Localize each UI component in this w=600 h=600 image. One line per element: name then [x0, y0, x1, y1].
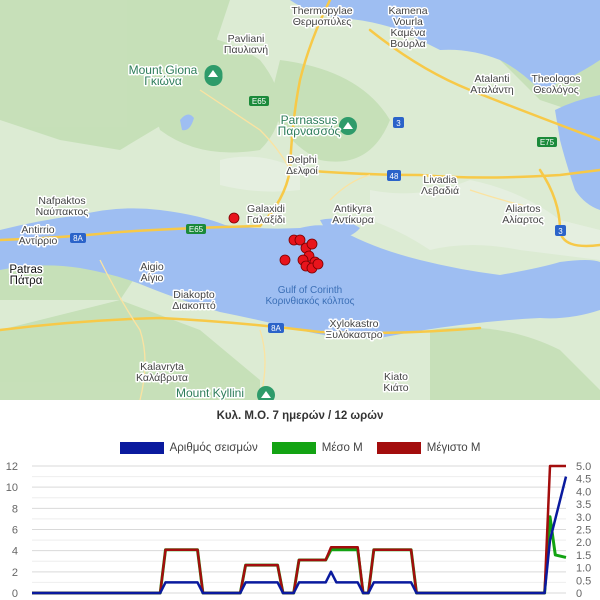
y-left-tick-label: 10 — [6, 482, 18, 494]
place-label-delphi[interactable]: Delphi Δελφοί — [285, 153, 320, 179]
y-right-tick-label: 3.0 — [576, 512, 591, 524]
series-line-0 — [32, 476, 568, 595]
mountain-pin-icon — [204, 65, 223, 86]
road-shield-label: E65 — [252, 97, 267, 106]
place-label-kamena[interactable]: Kamena Vourla Καμένα Βούρλα — [387, 4, 429, 52]
place-label-theologos[interactable]: Theologos Θεολόγος — [530, 72, 582, 98]
road-shield-e65b: E65 — [186, 224, 206, 234]
road-shield-8a: 8A — [70, 233, 86, 243]
y-right-tick-label: 2.5 — [576, 525, 591, 537]
place-label-gulf[interactable]: Gulf of Corinth Κορινθιακός κόλπος — [265, 285, 354, 307]
y-right-tick-label: 4.0 — [576, 486, 591, 498]
road-shield-3: 3 — [393, 117, 404, 128]
place-label-galaxidi[interactable]: Galaxidi Γαλαξίδι — [245, 202, 287, 228]
y-left-tick-label: 6 — [12, 525, 18, 537]
place-label-antikyra[interactable]: Antikyra Αντίκυρα — [331, 202, 376, 228]
map-view[interactable]: E65 3 E75 48 E65 8A 3 8A Thermopylae Θερμ… — [0, 0, 600, 400]
y-right-tick-label: 1.5 — [576, 550, 591, 562]
y-left-tick-label: 8 — [12, 503, 18, 515]
y-right-tick-label: 3.5 — [576, 499, 591, 511]
svg-text:48: 48 — [390, 172, 399, 181]
chart-plot: 02468101200.51.01.52.02.53.03.54.04.55.0 — [6, 461, 592, 600]
y-right-tick-label: 1.0 — [576, 563, 591, 575]
place-label-thermopylae[interactable]: Thermopylae Θερμοπύλες — [290, 4, 354, 30]
earthquake-marker[interactable] — [279, 254, 291, 266]
place-label-nafpaktos[interactable]: Nafpaktos Ναύπακτος — [34, 194, 90, 220]
y-left-tick-label: 4 — [12, 546, 18, 558]
svg-text:E65: E65 — [189, 225, 204, 234]
place-label-livadia[interactable]: Livadia Λεβαδιά — [419, 173, 460, 199]
place-label-patras[interactable]: Patras Πάτρα — [8, 263, 44, 289]
earthquake-marker[interactable] — [228, 212, 240, 224]
mountain-pin-icon — [339, 117, 357, 135]
earthquake-marker[interactable] — [306, 238, 318, 250]
y-right-tick-label: 0.5 — [576, 575, 591, 587]
y-right-tick-label: 0 — [576, 588, 582, 600]
chart-panel: Κυλ. Μ.Ο. 7 ημερών / 12 ωρών Αριθμός σει… — [0, 400, 600, 600]
svg-text:3: 3 — [396, 119, 401, 128]
svg-text:8A: 8A — [271, 324, 281, 333]
y-right-tick-label: 4.5 — [576, 474, 591, 486]
road-shield-3b: 3 — [555, 225, 566, 236]
place-label-parnassus[interactable]: Parnassus Παρνασσός — [276, 112, 342, 140]
y-left-tick-label: 2 — [12, 567, 18, 579]
road-shield-e75: E75 — [537, 137, 557, 147]
place-label-aigio[interactable]: Aigio Αίγιο — [139, 260, 166, 286]
earthquake-marker[interactable] — [312, 258, 324, 270]
place-label-kiato[interactable]: Kiato Κιάτο — [382, 370, 410, 396]
map-canvas[interactable]: E65 3 E75 48 E65 8A 3 8A Thermopylae Θερμ… — [0, 0, 600, 400]
place-label-kalavryta[interactable]: Kalavryta Καλάβρυτα — [135, 360, 190, 386]
road-shield-8a-b: 8A — [268, 323, 284, 333]
svg-text:E75: E75 — [540, 138, 555, 147]
place-label-diakopto[interactable]: Diakopto Διακοπτό — [171, 288, 218, 314]
place-label-aliartos[interactable]: Aliartos Αλίαρτος — [501, 202, 545, 228]
place-label-pavliani[interactable]: Pavliani Παυλιανή — [222, 32, 269, 58]
svg-text:8A: 8A — [73, 234, 83, 243]
svg-text:3: 3 — [558, 227, 563, 236]
y-left-tick-label: 0 — [12, 588, 18, 600]
place-label-antirrio[interactable]: Antirrio Αντίρριο — [17, 223, 59, 249]
road-shield-48: 48 — [387, 170, 401, 181]
y-right-tick-label: 5.0 — [576, 461, 591, 473]
y-right-tick-label: 2.0 — [576, 537, 591, 549]
road-shield-e65: E65 — [249, 96, 269, 106]
place-label-mount-kyllini[interactable]: Mount Kyllini — [174, 385, 245, 401]
place-label-xylokastro[interactable]: Xylokastro Ξυλόκαστρο — [324, 317, 384, 343]
y-left-tick-label: 12 — [6, 461, 18, 473]
place-label-atalanti[interactable]: Atalanti Αταλάντη — [469, 72, 516, 98]
